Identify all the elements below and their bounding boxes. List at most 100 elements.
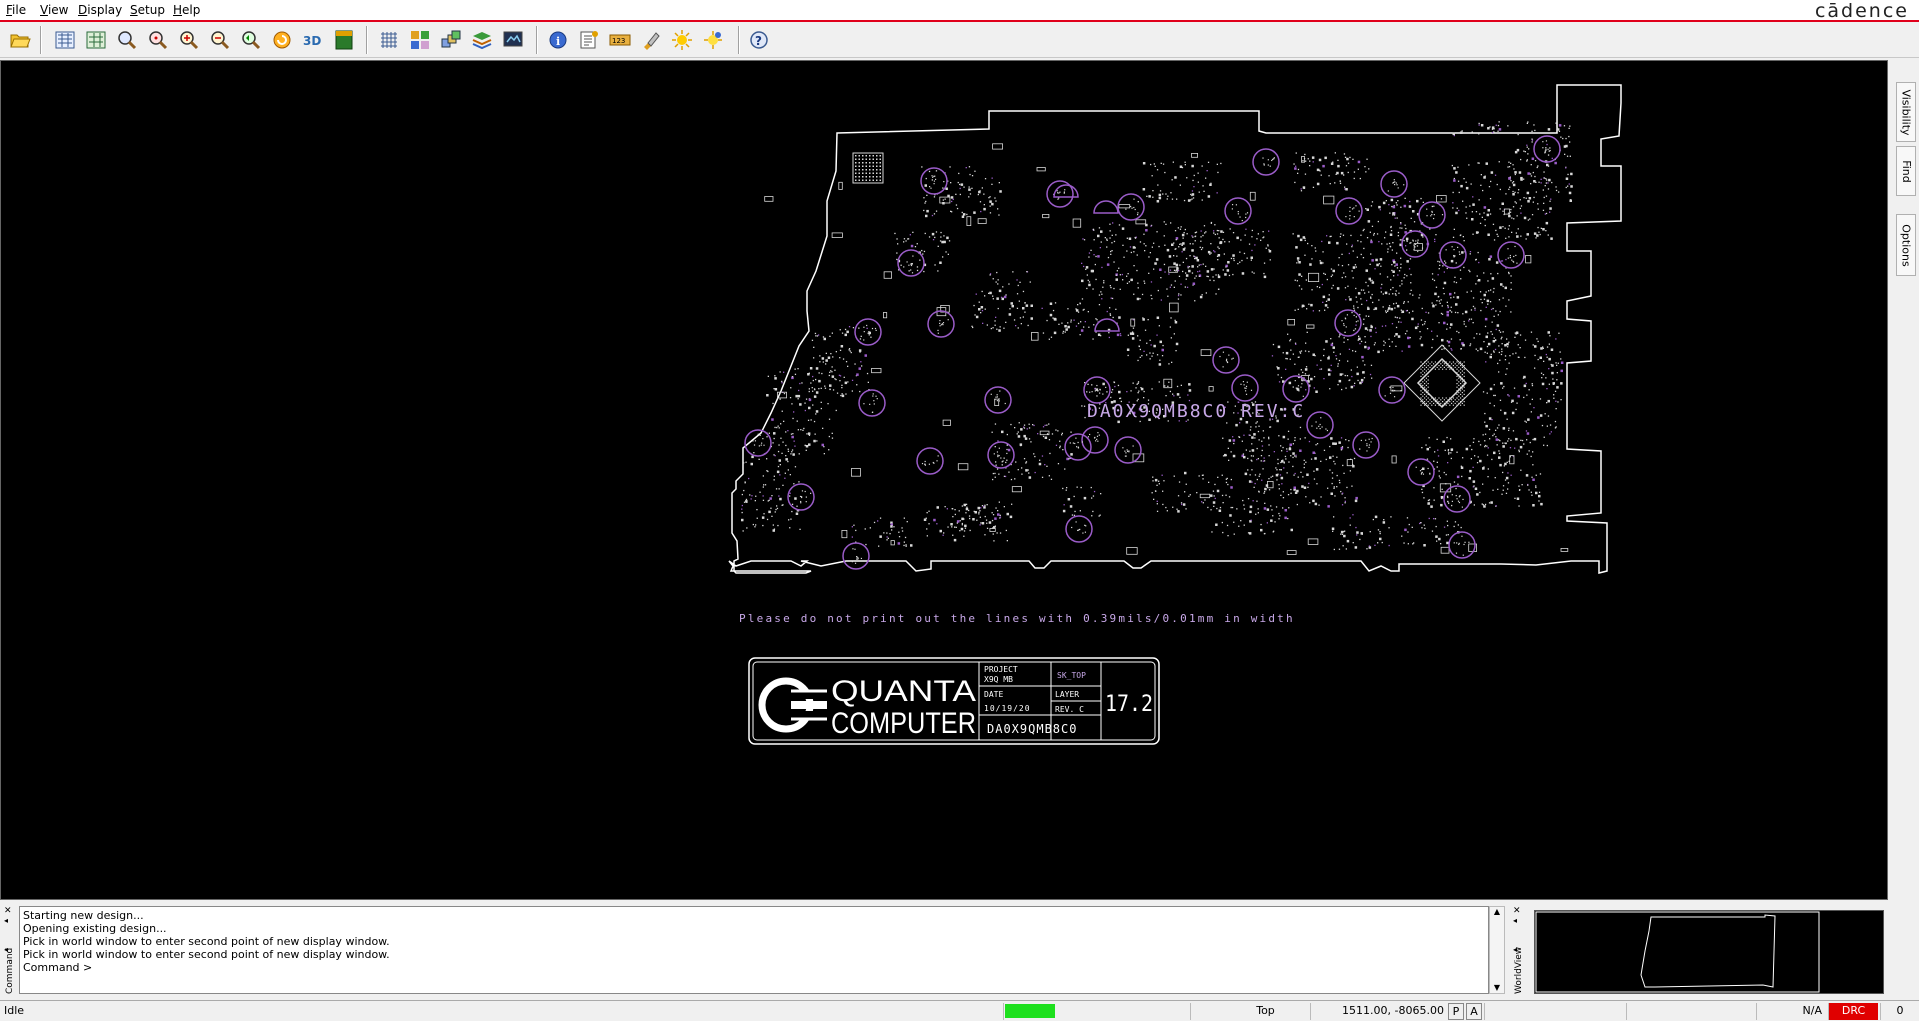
bga-diamond bbox=[1403, 344, 1481, 422]
sk-label: SK_TOP bbox=[1057, 671, 1086, 680]
shadow-icon[interactable] bbox=[700, 27, 726, 53]
worldview-close-icon[interactable]: ✕ bbox=[1513, 906, 1527, 916]
date-value: 10/19/20 bbox=[984, 704, 1031, 713]
menu-display[interactable]: Display bbox=[78, 3, 122, 17]
print-note: Please do not print out the lines with 0… bbox=[739, 612, 1295, 625]
progress-fill bbox=[1005, 1004, 1055, 1018]
svg-text:?: ? bbox=[755, 34, 762, 48]
worldview-board-outline bbox=[1640, 914, 1776, 988]
drc-count: 0 bbox=[1880, 1003, 1919, 1020]
date-label: DATE bbox=[984, 690, 1003, 699]
absolute-toggle[interactable]: A bbox=[1466, 1003, 1482, 1020]
half-hole bbox=[1093, 200, 1119, 214]
command-scrollbar[interactable]: ▲ ▼ bbox=[1489, 906, 1505, 994]
pick-toggle[interactable]: P bbox=[1448, 1003, 1464, 1020]
log-line: Pick in world window to enter second poi… bbox=[23, 935, 390, 948]
mounting-hole bbox=[1114, 436, 1142, 464]
half-hole bbox=[1094, 318, 1120, 332]
status-na: N/A bbox=[1756, 1003, 1826, 1020]
project-value: X9Q MB bbox=[984, 675, 1013, 684]
version-label: 17.2 bbox=[1105, 692, 1153, 717]
properties-icon[interactable] bbox=[576, 27, 602, 53]
tab-find[interactable]: Find bbox=[1896, 146, 1916, 196]
mounting-hole bbox=[1335, 197, 1363, 225]
zoom-out-icon[interactable] bbox=[207, 27, 233, 53]
title-block: QUANTA COMPUTER PROJECT X9Q MB SK_TOP DA… bbox=[748, 657, 1160, 745]
svg-text:i: i bbox=[556, 35, 560, 48]
menu-setup[interactable]: Setup bbox=[130, 3, 165, 17]
zoom-in-icon[interactable] bbox=[176, 27, 202, 53]
mounting-hole bbox=[1533, 135, 1561, 163]
drc-indicator[interactable]: DRC bbox=[1828, 1003, 1878, 1020]
design-canvas[interactable]: DA0X9QMB8C0 REV:C Please do not print ou… bbox=[0, 60, 1888, 900]
highlight-icon[interactable] bbox=[638, 27, 664, 53]
mounting-hole bbox=[984, 386, 1012, 414]
mounting-hole bbox=[1334, 309, 1362, 337]
part-number: DA0X9QMB8C0 bbox=[987, 722, 1077, 736]
zoom-point-icon[interactable] bbox=[145, 27, 171, 53]
layers-icon[interactable] bbox=[438, 27, 464, 53]
svg-text:3D: 3D bbox=[303, 34, 321, 48]
scroll-down-icon[interactable]: ▼ bbox=[1490, 983, 1504, 992]
project-label: PROJECT bbox=[984, 665, 1018, 674]
zoom-previous-icon[interactable] bbox=[238, 27, 264, 53]
mounting-hole bbox=[1439, 241, 1467, 269]
command-log[interactable]: Starting new design... Opening existing … bbox=[19, 906, 1489, 994]
company-line2: COMPUTER bbox=[831, 707, 976, 740]
mounting-hole bbox=[1282, 375, 1310, 403]
menu-view[interactable]: View bbox=[40, 3, 68, 17]
mounting-hole bbox=[854, 318, 882, 346]
right-panel: Visibility Find Options bbox=[1888, 60, 1919, 900]
log-line: Opening existing design... bbox=[23, 922, 167, 935]
board-outline bbox=[728, 84, 1622, 574]
world-view[interactable] bbox=[1534, 910, 1884, 994]
menu-file[interactable]: File bbox=[6, 3, 26, 17]
display-icon[interactable] bbox=[500, 27, 526, 53]
quanta-logo bbox=[758, 677, 827, 733]
dehighlight-icon[interactable] bbox=[669, 27, 695, 53]
tab-visibility[interactable]: Visibility bbox=[1896, 82, 1916, 142]
mounting-hole bbox=[897, 249, 925, 277]
worldview-viewport bbox=[1535, 911, 1820, 993]
status-bar: Idle Top 1511.00, -8065.00 P A N/A DRC 0 bbox=[0, 1000, 1919, 1021]
menu-bar: File View Display Setup Help cādence bbox=[0, 0, 1919, 22]
cadence-logo: cādence bbox=[1814, 0, 1909, 22]
flip-icon[interactable] bbox=[331, 27, 357, 53]
measure-icon[interactable]: 123 bbox=[607, 27, 633, 53]
help-icon[interactable]: ? bbox=[746, 27, 772, 53]
command-pane-label: Command bbox=[5, 947, 15, 994]
menu-help[interactable]: Help bbox=[173, 3, 200, 17]
mounting-hole bbox=[1407, 458, 1435, 486]
mounting-holes bbox=[744, 135, 1561, 570]
log-line: Starting new design... bbox=[23, 909, 144, 922]
grid-icon[interactable] bbox=[376, 27, 402, 53]
pin-icon[interactable]: ◂ bbox=[4, 916, 18, 925]
tab-options[interactable]: Options bbox=[1896, 214, 1916, 276]
open-folder-icon[interactable] bbox=[7, 27, 33, 53]
status-state: Idle bbox=[4, 1004, 25, 1017]
worldview-pane-label: WorldView bbox=[1514, 946, 1524, 994]
layer-label: LAYER bbox=[1055, 690, 1079, 699]
color-icon[interactable] bbox=[407, 27, 433, 53]
zoom-fit-icon[interactable] bbox=[52, 27, 78, 53]
zoom-world-icon[interactable] bbox=[83, 27, 109, 53]
worldview-pin-icon[interactable]: ◂ bbox=[1513, 916, 1527, 925]
zoom-window-icon[interactable] bbox=[114, 27, 140, 53]
3d-view-icon[interactable]: 3D bbox=[300, 27, 326, 53]
close-icon[interactable]: ✕ bbox=[4, 906, 18, 916]
refresh-icon[interactable] bbox=[269, 27, 295, 53]
toolbar: 3D i 123 ? bbox=[0, 22, 1919, 58]
command-pane-header: ✕ ◂ ◂ Command bbox=[4, 906, 18, 996]
stackup-icon[interactable] bbox=[469, 27, 495, 53]
company-line1: QUANTA bbox=[831, 675, 976, 708]
mounting-hole bbox=[1352, 431, 1380, 459]
info-icon[interactable]: i bbox=[545, 27, 571, 53]
status-coords: 1511.00, -8065.00 bbox=[1310, 1003, 1448, 1020]
mounting-hole bbox=[916, 447, 944, 475]
command-prompt[interactable]: Command > bbox=[23, 961, 1485, 974]
status-blank-1 bbox=[1484, 1003, 1624, 1020]
board-silkscreen-label: DA0X9QMB8C0 REV:C bbox=[1087, 401, 1305, 422]
board-view[interactable]: DA0X9QMB8C0 REV:C Please do not print ou… bbox=[1, 61, 1887, 899]
scroll-up-icon[interactable]: ▲ bbox=[1490, 907, 1504, 916]
mounting-hole bbox=[1378, 376, 1406, 404]
